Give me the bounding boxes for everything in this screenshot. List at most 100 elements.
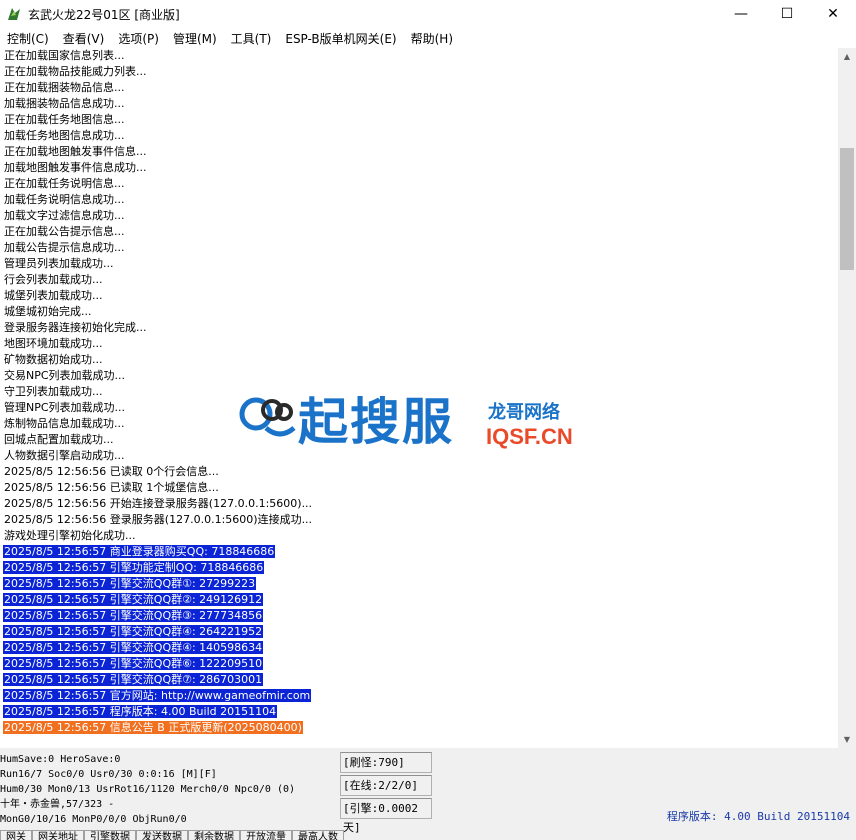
log-line: 登录服务器连接初始化完成... [0, 320, 838, 336]
log-line: 矿物数据初始成功... [0, 352, 838, 368]
log-line-text: 正在加载地图触发事件信息... [4, 145, 147, 158]
log-line-text: 正在加载捆装物品信息... [4, 81, 125, 94]
log-line: 2025/8/5 12:56:57 引擎交流QQ群①: 27299223 [0, 576, 838, 592]
log-line: 2025/8/5 12:56:57 引擎交流QQ群⑦: 286703001 [0, 672, 838, 688]
log-line: 加载捆装物品信息成功... [0, 96, 838, 112]
log-line-text: 矿物数据初始成功... [4, 353, 103, 366]
refresh-monster-count: [刷怪:790] [340, 752, 432, 773]
log-line: 正在加载捆装物品信息... [0, 80, 838, 96]
menu-view[interactable]: 查看(V) [56, 30, 112, 47]
log-line: 人物数据引擎启动成功... [0, 448, 838, 464]
log-line-text: 加载任务说明信息成功... [4, 193, 125, 206]
minimize-button[interactable]: — [718, 0, 764, 28]
scroll-down-arrow-icon[interactable]: ▼ [838, 731, 856, 748]
log-line: 正在加载任务地图信息... [0, 112, 838, 128]
col-send-data[interactable]: 发送数据 [136, 830, 188, 840]
log-line-text: 加载地图触发事件信息成功... [4, 161, 147, 174]
log-line: 2025/8/5 12:56:57 引擎交流QQ群④: 264221952 [0, 624, 838, 640]
menu-bar: 控制(C) 查看(V) 选项(P) 管理(M) 工具(T) ESP-B版单机网关… [0, 28, 856, 49]
menu-help[interactable]: 帮助(H) [404, 30, 460, 47]
col-gateway-address[interactable]: 网关地址 [32, 830, 84, 840]
title-bar[interactable]: 玄武火龙22号01区 [商业版] — ☐ ✕ [0, 0, 856, 28]
window-title: 玄武火龙22号01区 [商业版] [28, 7, 180, 22]
log-line: 回城点配置加载成功... [0, 432, 838, 448]
maximize-button[interactable]: ☐ [764, 0, 810, 28]
close-button[interactable]: ✕ [810, 0, 856, 28]
log-line-text: 管理员列表加载成功... [4, 257, 114, 270]
menu-control[interactable]: 控制(C) [0, 30, 56, 47]
log-line-text: 2025/8/5 12:56:57 程序版本: 4.00 Build 20151… [3, 705, 278, 718]
log-line: 2025/8/5 12:56:56 开始连接登录服务器(127.0.0.1:56… [0, 496, 838, 512]
log-line-text: 城堡城初始完成... [4, 305, 92, 318]
log-line: 城堡城初始完成... [0, 304, 838, 320]
status-line-hum: Hum0/30 Mon0/13 UsrRot16/1120 Merch0/0 N… [0, 784, 296, 795]
online-count: [在线:2/2/0] [340, 775, 432, 796]
log-line: 2025/8/5 12:56:57 引擎交流QQ群⑥: 122209510 [0, 656, 838, 672]
log-line: 2025/8/5 12:56:57 信息公告 B 正式版更新(202508040… [0, 720, 838, 736]
log-line-text: 正在加载任务说明信息... [4, 177, 125, 190]
log-line-text: 2025/8/5 12:56:56 已读取 1个城堡信息... [4, 481, 219, 494]
log-line-text: 加载捆装物品信息成功... [4, 97, 125, 110]
menu-options[interactable]: 选项(P) [111, 30, 166, 47]
status-stats: HumSave:0 HeroSave:0 Run16/7 Soc0/0 Usr0… [0, 752, 340, 827]
menu-manage[interactable]: 管理(M) [166, 30, 224, 47]
log-line: 游戏处理引擎初始化成功... [0, 528, 838, 544]
col-remaining-data[interactable]: 剩余数据 [188, 830, 240, 840]
log-line: 正在加载公告提示信息... [0, 224, 838, 240]
log-line: 加载公告提示信息成功... [0, 240, 838, 256]
log-line-text: 地图环境加载成功... [4, 337, 103, 350]
log-line: 2025/8/5 12:56:56 已读取 1个城堡信息... [0, 480, 838, 496]
log-line: 正在加载任务说明信息... [0, 176, 838, 192]
log-line: 2025/8/5 12:56:56 已读取 0个行会信息... [0, 464, 838, 480]
log-line: 正在加载国家信息列表... [0, 48, 838, 64]
log-line-text: 2025/8/5 12:56:57 商业登录器购买QQ: 718846686 [3, 545, 276, 558]
log-line: 2025/8/5 12:56:57 商业登录器购买QQ: 718846686 [0, 544, 838, 560]
scroll-thumb[interactable] [840, 148, 854, 270]
log-line: 管理员列表加载成功... [0, 256, 838, 272]
menu-tools[interactable]: 工具(T) [224, 30, 279, 47]
log-line-text: 游戏处理引擎初始化成功... [4, 529, 136, 542]
log-line-text: 2025/8/5 12:56:56 已读取 0个行会信息... [4, 465, 219, 478]
log-line-text: 正在加载任务地图信息... [4, 113, 125, 126]
log-line: 正在加载地图触发事件信息... [0, 144, 838, 160]
log-line-text: 正在加载物品技能威力列表... [4, 65, 147, 78]
status-line-save: HumSave:0 HeroSave:0 [0, 754, 121, 765]
log-scrollbar[interactable]: ▲ ▼ [838, 48, 856, 748]
log-line-text: 2025/8/5 12:56:57 引擎交流QQ群⑥: 122209510 [3, 657, 264, 670]
scroll-up-arrow-icon[interactable]: ▲ [838, 48, 856, 65]
log-line-text: 炼制物品信息加载成功... [4, 417, 125, 430]
log-line-text: 2025/8/5 12:56:56 登录服务器(127.0.0.1:5600)连… [4, 513, 313, 526]
app-icon [8, 8, 20, 20]
log-output[interactable]: 正在加载国家信息列表... 正在加载物品技能威力列表... 正在加载捆装物品信息..… [0, 48, 838, 748]
col-engine-data[interactable]: 引擎数据 [84, 830, 136, 840]
status-line-mon: MonG0/10/16 MonP0/0/0 ObjRun0/0 [0, 814, 187, 825]
log-line: 加载任务地图信息成功... [0, 128, 838, 144]
log-line-text: 正在加载公告提示信息... [4, 225, 125, 238]
col-open-traffic[interactable]: 开放流量 [240, 830, 292, 840]
log-line-text: 2025/8/5 12:56:57 引擎交流QQ群④: 264221952 [3, 625, 264, 638]
log-line-text: 2025/8/5 12:56:57 引擎交流QQ群①: 27299223 [3, 577, 257, 590]
status-counters: [刷怪:790] [在线:2/2/0] [引擎:0.0002天] [340, 752, 500, 834]
menu-esp-gateway[interactable]: ESP-B版单机网关(E) [278, 30, 403, 47]
log-line: 加载地图触发事件信息成功... [0, 160, 838, 176]
log-line-text: 行会列表加载成功... [4, 273, 103, 286]
col-max-users[interactable]: 最高人数 [292, 830, 344, 840]
log-line-text: 加载文字过滤信息成功... [4, 209, 125, 222]
log-line-text: 回城点配置加载成功... [4, 433, 114, 446]
log-line: 地图环境加载成功... [0, 336, 838, 352]
log-line-text: 加载公告提示信息成功... [4, 241, 125, 254]
col-gateway[interactable]: 网关 [0, 830, 32, 840]
log-line: 炼制物品信息加载成功... [0, 416, 838, 432]
log-line-text: 加载任务地图信息成功... [4, 129, 125, 142]
log-line-text: 人物数据引擎启动成功... [4, 449, 125, 462]
log-line-text: 城堡列表加载成功... [4, 289, 103, 302]
log-line-text: 2025/8/5 12:56:57 信息公告 B 正式版更新(202508040… [3, 721, 303, 734]
log-line: 2025/8/5 12:56:56 登录服务器(127.0.0.1:5600)连… [0, 512, 838, 528]
program-version: 程序版本: 4.00 Build 20151104 [666, 810, 850, 823]
log-line: 2025/8/5 12:56:57 引擎功能定制QQ: 718846686 [0, 560, 838, 576]
log-line: 正在加载物品技能威力列表... [0, 64, 838, 80]
log-line-text: 2025/8/5 12:56:56 开始连接登录服务器(127.0.0.1:56… [4, 497, 313, 510]
log-line-text: 2025/8/5 12:56:57 引擎交流QQ群③: 277734856 [3, 609, 264, 622]
log-line: 2025/8/5 12:56:57 程序版本: 4.00 Build 20151… [0, 704, 838, 720]
log-line-text: 2025/8/5 12:56:57 官方网站: http://www.gameo… [3, 689, 312, 702]
